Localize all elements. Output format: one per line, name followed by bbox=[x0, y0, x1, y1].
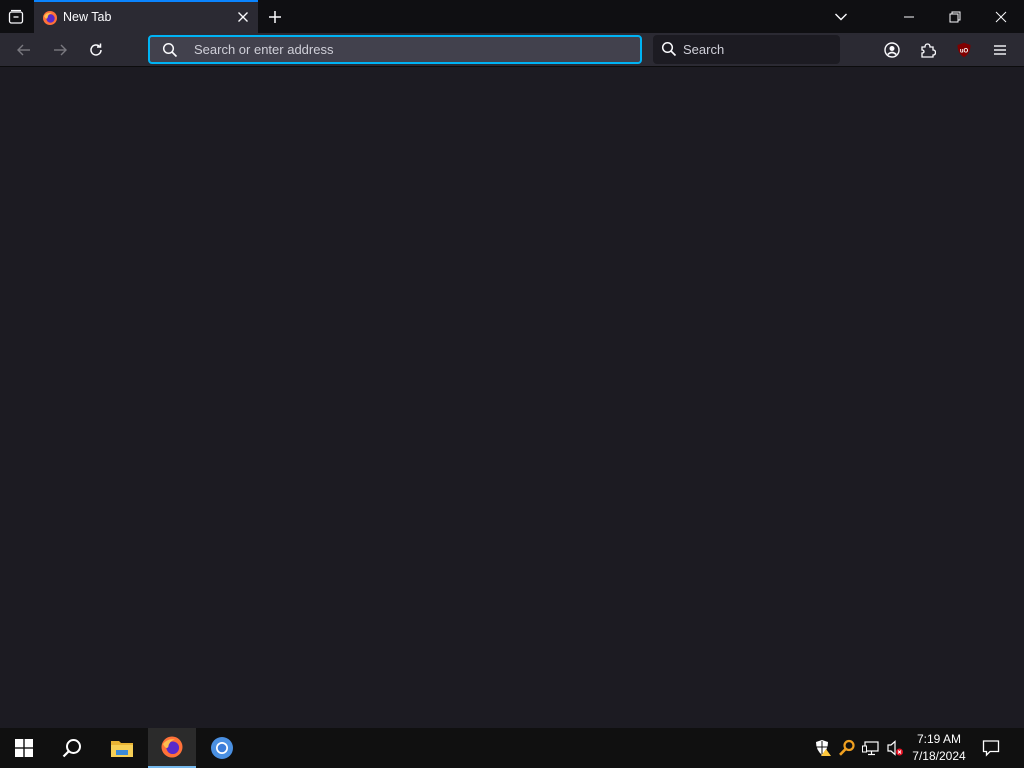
svg-text:uO: uO bbox=[960, 49, 969, 55]
tab-new-tab[interactable]: New Tab bbox=[34, 0, 258, 33]
close-icon bbox=[995, 11, 1007, 22]
close-window-button[interactable] bbox=[978, 0, 1024, 33]
restore-button[interactable] bbox=[932, 0, 978, 33]
extensions-button[interactable] bbox=[914, 36, 942, 64]
ublock-origin-button[interactable]: uO bbox=[950, 36, 978, 64]
folder-icon bbox=[111, 741, 133, 757]
taskbar: 7:19 AM 7/18/2024 bbox=[0, 728, 1024, 768]
action-center-button[interactable] bbox=[981, 738, 1001, 758]
tab-title: New Tab bbox=[63, 10, 112, 24]
windows-logo-icon bbox=[15, 739, 33, 757]
start-button[interactable] bbox=[0, 728, 48, 768]
ublock-shield-icon: uO bbox=[957, 42, 971, 58]
account-button[interactable] bbox=[878, 36, 906, 64]
search-icon bbox=[661, 41, 677, 57]
back-button[interactable] bbox=[10, 36, 38, 64]
puzzle-icon bbox=[921, 43, 936, 58]
reload-button[interactable] bbox=[82, 36, 110, 64]
arrow-left-icon bbox=[17, 44, 30, 56]
firefox-icon bbox=[161, 736, 183, 758]
page-content bbox=[0, 67, 1024, 728]
list-all-tabs-button[interactable] bbox=[825, 0, 857, 33]
file-explorer-button[interactable] bbox=[98, 728, 146, 768]
taskbar-clock[interactable]: 7:19 AM 7/18/2024 bbox=[906, 731, 972, 765]
clock-date: 7/18/2024 bbox=[912, 749, 966, 763]
firefox-view-button[interactable] bbox=[0, 0, 32, 33]
address-input[interactable] bbox=[194, 40, 614, 59]
search-icon bbox=[162, 42, 178, 58]
address-bar[interactable] bbox=[148, 35, 642, 64]
close-tab-icon[interactable] bbox=[236, 10, 250, 24]
restore-icon bbox=[949, 11, 961, 22]
taskbar-firefox-button[interactable] bbox=[148, 728, 196, 768]
chrome-icon bbox=[211, 737, 233, 759]
speaker-muted-icon bbox=[887, 740, 903, 756]
arrow-right-icon bbox=[54, 44, 67, 56]
shield-warning-icon bbox=[816, 740, 831, 756]
volume-tray-icon[interactable] bbox=[885, 738, 905, 758]
plus-icon bbox=[269, 10, 281, 23]
network-icon bbox=[862, 741, 879, 756]
chevron-down-icon bbox=[835, 13, 847, 20]
search-key-icon bbox=[839, 739, 855, 756]
security-tray-icon[interactable] bbox=[813, 738, 833, 758]
clock-time: 7:19 AM bbox=[916, 732, 962, 746]
tab-strip: New Tab bbox=[0, 0, 1024, 33]
taskbar-chrome-button[interactable] bbox=[198, 728, 246, 768]
key-tray-icon[interactable] bbox=[837, 738, 857, 758]
taskbar-search-button[interactable] bbox=[48, 728, 96, 768]
account-icon bbox=[884, 42, 900, 58]
firefox-icon bbox=[43, 11, 57, 25]
reload-icon bbox=[90, 43, 102, 56]
notification-icon bbox=[982, 740, 1000, 757]
search-icon bbox=[62, 739, 81, 758]
minimize-button[interactable] bbox=[886, 0, 932, 33]
new-tab-button[interactable] bbox=[259, 0, 291, 33]
firefox-view-icon bbox=[8, 9, 24, 24]
navigation-toolbar: uO bbox=[0, 33, 1024, 67]
search-bar[interactable] bbox=[653, 35, 840, 64]
search-input[interactable] bbox=[683, 40, 833, 59]
forward-button[interactable] bbox=[46, 36, 74, 64]
app-menu-button[interactable] bbox=[986, 36, 1014, 64]
minimize-icon bbox=[904, 16, 914, 17]
network-tray-icon[interactable] bbox=[861, 738, 881, 758]
hamburger-menu-icon bbox=[994, 45, 1006, 55]
